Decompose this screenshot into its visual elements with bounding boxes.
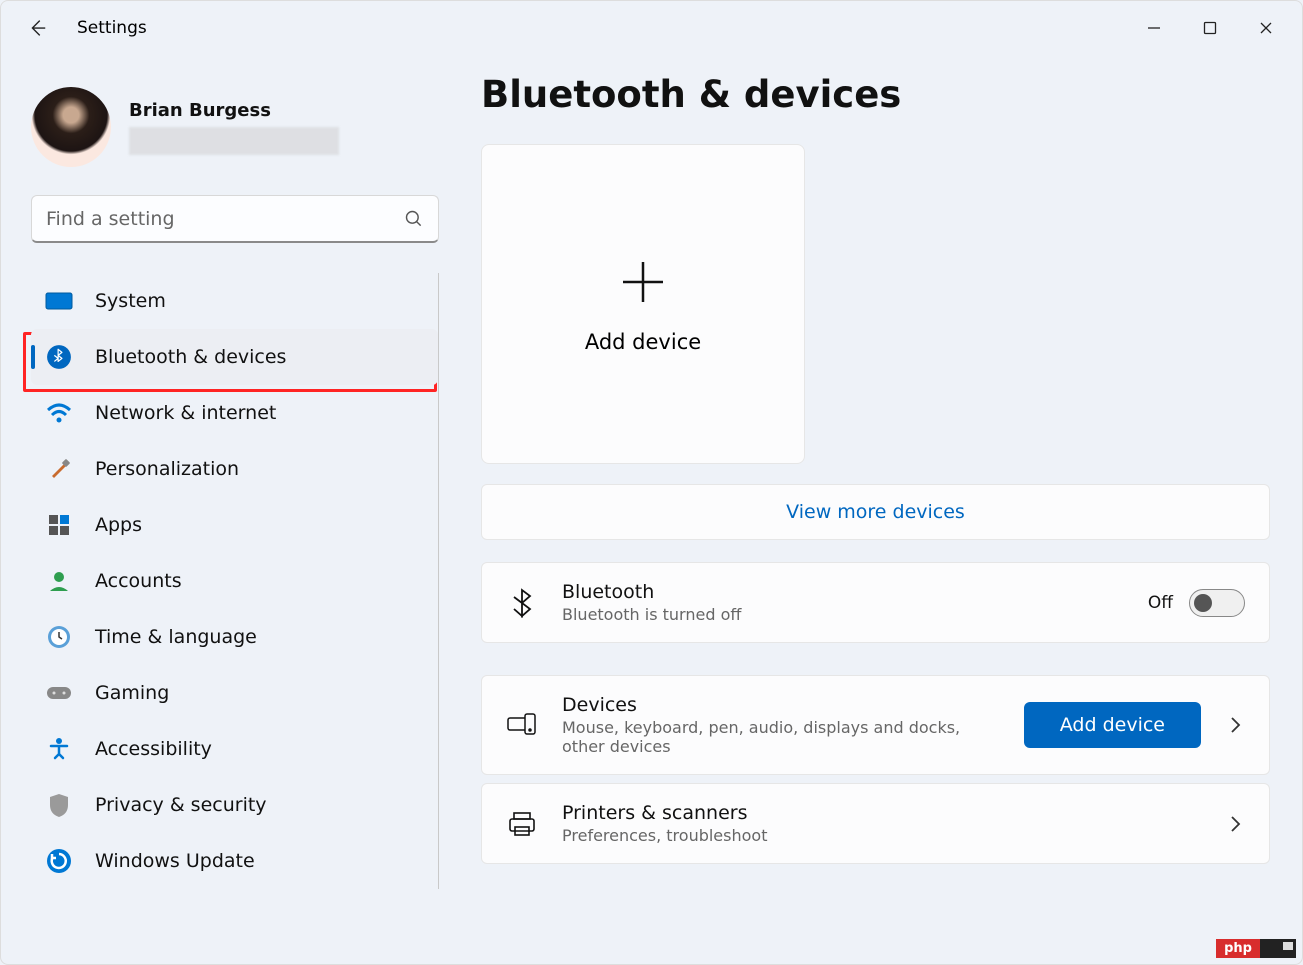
bluetooth-setting-card: Bluetooth Bluetooth is turned off Off — [481, 562, 1270, 643]
profile-block[interactable]: Brian Burgess — [31, 87, 425, 167]
arrow-left-icon — [26, 17, 48, 39]
minimize-icon — [1147, 21, 1161, 35]
view-more-devices-link[interactable]: View more devices — [481, 484, 1270, 540]
printers-title: Printers & scanners — [562, 802, 1201, 824]
sidebar-item-privacy-security[interactable]: Privacy & security — [31, 777, 438, 833]
app-title: Settings — [77, 18, 147, 38]
back-button[interactable] — [21, 12, 53, 44]
sidebar-item-label: Accounts — [95, 570, 182, 592]
person-icon — [45, 567, 73, 595]
sidebar-item-label: Windows Update — [95, 850, 255, 872]
sidebar-item-label: Personalization — [95, 458, 239, 480]
clock-icon — [45, 623, 73, 651]
sidebar-item-time-language[interactable]: Time & language — [31, 609, 438, 665]
sidebar-item-apps[interactable]: Apps — [31, 497, 438, 553]
sidebar-item-label: Accessibility — [95, 738, 212, 760]
maximize-icon — [1203, 21, 1217, 35]
add-device-card[interactable]: Add device — [481, 144, 805, 464]
sidebar-item-accounts[interactable]: Accounts — [31, 553, 438, 609]
accessibility-icon — [45, 735, 73, 763]
shield-icon — [45, 791, 73, 819]
window-controls — [1126, 6, 1294, 50]
watermark: php — [1216, 939, 1296, 958]
sidebar-item-label: Network & internet — [95, 402, 276, 424]
close-icon — [1259, 21, 1273, 35]
system-icon — [45, 287, 73, 315]
devices-icon — [506, 712, 538, 738]
sidebar-item-system[interactable]: System — [31, 273, 438, 329]
add-device-label: Add device — [585, 330, 701, 354]
sidebar-item-label: Apps — [95, 514, 142, 536]
devices-setting-card[interactable]: Devices Mouse, keyboard, pen, audio, dis… — [481, 675, 1270, 775]
sidebar-item-network[interactable]: Network & internet — [31, 385, 438, 441]
watermark-text: php — [1216, 939, 1260, 958]
add-device-button[interactable]: Add device — [1024, 702, 1201, 748]
close-button[interactable] — [1238, 6, 1294, 50]
sidebar: Brian Burgess System Bluetooth & devices — [1, 55, 441, 964]
devices-subtitle: Mouse, keyboard, pen, audio, displays an… — [562, 718, 982, 756]
sidebar-item-accessibility[interactable]: Accessibility — [31, 721, 438, 777]
sidebar-item-personalization[interactable]: Personalization — [31, 441, 438, 497]
printers-expand[interactable] — [1225, 815, 1245, 833]
maximize-button[interactable] — [1182, 6, 1238, 50]
sidebar-item-label: Privacy & security — [95, 794, 267, 816]
sidebar-item-gaming[interactable]: Gaming — [31, 665, 438, 721]
titlebar: Settings — [1, 1, 1302, 55]
watermark-logo — [1260, 939, 1296, 958]
search-input[interactable] — [46, 208, 404, 230]
bluetooth-toggle[interactable] — [1189, 589, 1245, 617]
chevron-right-icon — [1229, 716, 1241, 734]
devices-expand[interactable] — [1225, 716, 1245, 734]
search-icon — [404, 209, 424, 229]
printer-icon — [506, 811, 538, 837]
profile-email-redacted — [129, 127, 339, 155]
search-box[interactable] — [31, 195, 439, 243]
sidebar-item-label: Time & language — [95, 626, 257, 648]
avatar — [31, 87, 111, 167]
update-icon — [45, 847, 73, 875]
bluetooth-title: Bluetooth — [562, 581, 1124, 603]
bluetooth-icon — [45, 343, 73, 371]
plus-icon — [615, 254, 671, 310]
gamepad-icon — [45, 679, 73, 707]
sidebar-item-windows-update[interactable]: Windows Update — [31, 833, 438, 889]
nav-list: System Bluetooth & devices Network & int… — [31, 273, 439, 889]
sidebar-item-label: Gaming — [95, 682, 169, 704]
brush-icon — [45, 455, 73, 483]
printers-setting-card[interactable]: Printers & scanners Preferences, trouble… — [481, 783, 1270, 864]
apps-icon — [45, 511, 73, 539]
profile-name: Brian Burgess — [129, 100, 339, 121]
sidebar-item-bluetooth-devices[interactable]: Bluetooth & devices — [31, 329, 438, 385]
page-title: Bluetooth & devices — [481, 73, 1270, 116]
bluetooth-icon — [506, 588, 538, 618]
printers-subtitle: Preferences, troubleshoot — [562, 826, 982, 845]
bluetooth-subtitle: Bluetooth is turned off — [562, 605, 982, 624]
chevron-right-icon — [1229, 815, 1241, 833]
bluetooth-toggle-label: Off — [1148, 593, 1173, 613]
sidebar-item-label: Bluetooth & devices — [95, 346, 286, 368]
sidebar-item-label: System — [95, 290, 166, 312]
minimize-button[interactable] — [1126, 6, 1182, 50]
view-more-label: View more devices — [786, 501, 965, 523]
devices-title: Devices — [562, 694, 1000, 716]
wifi-icon — [45, 399, 73, 427]
main-content: Bluetooth & devices Add device View more… — [441, 55, 1302, 964]
